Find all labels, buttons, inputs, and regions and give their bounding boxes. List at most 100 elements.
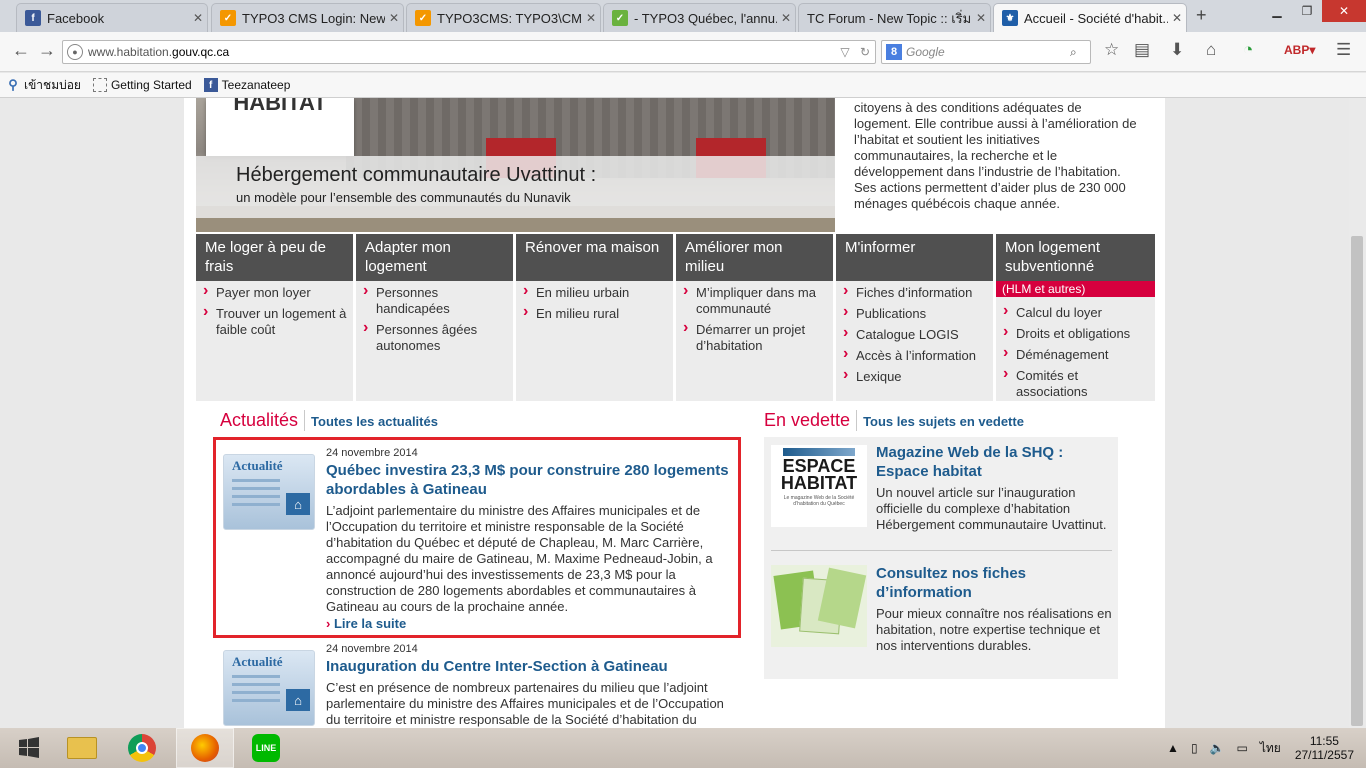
close-tab-icon[interactable]: ✕	[189, 11, 207, 25]
adblock-icon[interactable]: ABP▾	[1284, 43, 1315, 57]
nav-column-renover: Rénover ma maison En milieu urbain En mi…	[516, 234, 673, 401]
tab-tc-forum[interactable]: TC Forum - New Topic :: เริ่ม... ✕	[798, 3, 991, 32]
dropdown-icon[interactable]: ▽	[835, 45, 855, 59]
nav-link[interactable]: Accès à l’information	[842, 346, 987, 364]
nav-link[interactable]: En milieu rural	[522, 304, 667, 322]
close-tab-icon[interactable]: ✕	[777, 11, 795, 25]
restore-icon[interactable]: ❐	[1292, 0, 1322, 22]
search-icon[interactable]: ⌕	[1070, 45, 1090, 60]
address-bar[interactable]: ● www.habitation.gouv.qc.ca ▽ ↻	[62, 40, 876, 64]
network-icon[interactable]: ▭	[1237, 741, 1248, 755]
file-explorer-icon[interactable]	[53, 728, 111, 768]
clock-date: 27/11/2557	[1294, 748, 1354, 762]
bookmark-label: Teezanateep	[221, 78, 291, 92]
tab-typo3-quebec[interactable]: ✓ - TYPO3 Québec, l'annu... ✕	[603, 3, 796, 32]
tab-title: Facebook	[47, 10, 105, 26]
tab-title: - TYPO3 Québec, l'annu...	[634, 10, 777, 26]
new-tab-button[interactable]: +	[1196, 5, 1207, 26]
page-scrollbar[interactable]	[1349, 98, 1366, 728]
back-icon[interactable]: ←	[12, 40, 30, 61]
nav-link[interactable]: Comités et associations	[1002, 366, 1149, 400]
nav-link[interactable]: En milieu urbain	[522, 283, 667, 301]
language-indicator[interactable]: ไทย	[1260, 739, 1281, 758]
clock-time: 11:55	[1309, 734, 1339, 748]
system-tray: ▲ ▯ 🔈 ▭ ไทย 11:55 27/11/2557	[1161, 728, 1366, 768]
tab-title: TC Forum - New Topic :: เริ่ม...	[807, 10, 972, 26]
vedette-summary: Pour mieux connaître nos réalisations en…	[876, 606, 1112, 653]
nav-link[interactable]: M’impliquer dans ma communauté	[682, 283, 827, 317]
url-text: www.habitation.gouv.qc.ca	[88, 45, 835, 59]
forward-icon[interactable]: →	[38, 40, 56, 61]
nav-column-title[interactable]: Rénover ma maison	[516, 234, 673, 281]
news-item: Actualité ⌂ 24 novembre 2014 Inauguratio…	[214, 642, 739, 728]
tab-facebook[interactable]: f Facebook ✕	[16, 3, 208, 32]
nav-column-title[interactable]: M'informer	[836, 234, 993, 281]
bookmark-teezanateep[interactable]: f Teezanateep	[203, 78, 291, 92]
nav-link[interactable]: Droits et obligations	[1002, 324, 1149, 342]
nav-column-title[interactable]: Adapter mon logement	[356, 234, 513, 281]
clock[interactable]: 11:55 27/11/2557	[1295, 734, 1354, 762]
bookmark-getting-started[interactable]: Getting Started	[92, 78, 192, 92]
nav-link[interactable]: Catalogue LOGIS	[842, 325, 987, 343]
fiches-thumbnail[interactable]	[771, 565, 867, 647]
show-hidden-icons-icon[interactable]: ▲	[1167, 741, 1179, 755]
habitat-logo-text: HABITAT	[233, 98, 327, 115]
firefox-icon[interactable]	[176, 728, 234, 768]
nav-column-title[interactable]: Me loger à peu de frais	[196, 234, 353, 281]
url-domain: gouv.qc.ca	[172, 45, 230, 59]
search-box[interactable]: 8 Google ⌕	[881, 40, 1091, 64]
hello-icon[interactable]: ◔	[1243, 40, 1253, 60]
bookmark-star-icon[interactable]: ☆	[1104, 40, 1119, 60]
close-tab-icon[interactable]: ✕	[385, 11, 403, 25]
device-icon[interactable]: ▯	[1191, 741, 1198, 755]
house-icon: ⌂	[286, 689, 310, 711]
start-icon[interactable]	[0, 728, 58, 768]
menu-icon[interactable]: ☰	[1336, 40, 1351, 60]
nav-link[interactable]: Fiches d’information	[842, 283, 987, 301]
scrollbar-thumb[interactable]	[1351, 236, 1363, 726]
downloads-icon[interactable]: ⬇	[1170, 40, 1184, 60]
nav-link[interactable]: Personnes âgées autonomes	[362, 320, 507, 354]
nav-link[interactable]: Déménagement	[1002, 345, 1149, 363]
roof-icon	[783, 448, 855, 456]
nav-column-logement-subventionne: Mon logement subventionné (HLM et autres…	[996, 234, 1155, 401]
tab-typo3-login[interactable]: ✓ TYPO3 CMS Login: New... ✕	[211, 3, 404, 32]
vedette-title-link[interactable]: Magazine Web de la SHQ : Espace habitat	[876, 443, 1116, 481]
tab-accueil-shq[interactable]: ⚜ Accueil - Société d'habit... ✕	[993, 3, 1187, 32]
nav-link[interactable]: Lexique	[842, 367, 987, 385]
tab-typo3cms[interactable]: ✓ TYPO3CMS: TYPO3\CM... ✕	[406, 3, 601, 32]
google-engine-icon[interactable]: 8	[886, 44, 902, 60]
nav-link[interactable]: Publications	[842, 304, 987, 322]
all-vedette-link[interactable]: Tous les sujets en vedette	[863, 414, 1024, 429]
nav-column-title[interactable]: Améliorer mon milieu	[676, 234, 833, 281]
facebook-icon: f	[25, 10, 41, 26]
hero-banner[interactable]: HABITAT Hébergement communautaire Uvatti…	[196, 98, 835, 232]
volume-icon[interactable]: 🔈	[1210, 741, 1225, 755]
nav-link[interactable]: Payer mon loyer	[202, 283, 347, 301]
nav-column-subtitle: (HLM et autres)	[996, 281, 1155, 297]
close-window-icon[interactable]: ✕	[1322, 0, 1366, 22]
news-thumbnail[interactable]: Actualité ⌂	[223, 650, 315, 726]
nav-link[interactable]: Trouver un logement à faible coût	[202, 304, 347, 338]
nav-link[interactable]: Personnes handicapées	[362, 283, 507, 317]
bookmark-most-visited[interactable]: ⚲ เข้าชมบ่อย	[6, 76, 81, 95]
close-tab-icon[interactable]: ✕	[1168, 11, 1186, 25]
search-placeholder: Google	[906, 45, 945, 59]
minimize-icon[interactable]: ▁	[1262, 0, 1292, 22]
site-identity-icon[interactable]: ●	[67, 44, 83, 60]
nav-column-title[interactable]: Mon logement subventionné	[996, 234, 1155, 281]
nav-link[interactable]: Calcul du loyer	[1002, 303, 1149, 321]
all-news-link[interactable]: Toutes les actualités	[311, 414, 438, 429]
line-icon[interactable]: LINE	[237, 728, 295, 768]
reload-icon[interactable]: ↻	[855, 45, 875, 59]
nav-link[interactable]: Démarrer un projet d’habitation	[682, 320, 827, 354]
chrome-icon[interactable]	[113, 728, 171, 768]
vedette-title-link[interactable]: Consultez nos fiches d’information	[876, 564, 1116, 602]
close-tab-icon[interactable]: ✕	[972, 11, 990, 25]
bookmarks-menu-icon[interactable]: ▤	[1134, 40, 1150, 60]
espace-habitat-logo[interactable]: ESPACE HABITAT Le magazine Web de la Soc…	[771, 445, 867, 527]
typo3-icon: ✓	[415, 10, 431, 26]
home-icon[interactable]: ⌂	[1206, 40, 1216, 60]
close-tab-icon[interactable]: ✕	[582, 11, 600, 25]
news-title-link[interactable]: Inauguration du Centre Inter-Section à G…	[326, 657, 741, 676]
